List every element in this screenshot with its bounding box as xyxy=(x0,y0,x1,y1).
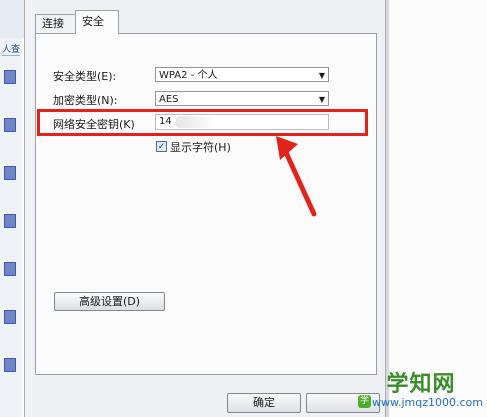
watermark-url: www.jmqz1000.com xyxy=(372,396,483,409)
network-icon[interactable] xyxy=(4,166,16,180)
show-characters-checkbox[interactable]: ✓ xyxy=(156,141,167,152)
wireless-properties-dialog: 连接 安全 安全类型(E): WPA2 - 个人 ▼ 加密类型(N): AES … xyxy=(24,0,386,417)
watermark-title: 学知网 xyxy=(386,372,456,397)
ok-button[interactable]: 确定 xyxy=(227,393,301,413)
encryption-type-label: 加密类型(N): xyxy=(53,94,118,107)
background-link[interactable]: 人查 xyxy=(2,42,20,55)
chevron-down-icon: ▼ xyxy=(318,71,325,80)
network-icon[interactable] xyxy=(4,118,16,132)
network-icon[interactable] xyxy=(4,358,16,372)
network-icon[interactable] xyxy=(4,310,16,324)
security-type-value: WPA2 - 个人 xyxy=(159,70,218,81)
key-highlight-box xyxy=(37,109,368,136)
tab-security[interactable]: 安全 xyxy=(75,10,119,34)
tab-connection[interactable]: 连接 xyxy=(35,14,79,33)
show-characters-label: 显示字符(H) xyxy=(170,141,231,154)
background-window-right xyxy=(384,0,487,417)
background-divider xyxy=(2,55,20,56)
encryption-type-value: AES xyxy=(159,94,179,105)
advanced-settings-button[interactable]: 高级设置(D) xyxy=(54,292,165,311)
window-border xyxy=(386,0,389,417)
network-icon[interactable] xyxy=(4,214,16,228)
red-arrow-annotation xyxy=(276,136,317,217)
network-icon[interactable] xyxy=(4,262,16,276)
security-type-label: 安全类型(E): xyxy=(53,70,117,83)
background-window-left xyxy=(0,0,22,417)
chevron-down-icon: ▼ xyxy=(318,95,325,104)
security-type-select[interactable]: WPA2 - 个人 ▼ xyxy=(155,67,329,82)
network-icon[interactable] xyxy=(4,70,16,84)
watermark-logo-icon: 学 xyxy=(358,395,371,408)
encryption-type-select[interactable]: AES ▼ xyxy=(155,91,329,106)
site-watermark: 学知网 学 www.jmqz1000.com xyxy=(358,366,484,414)
